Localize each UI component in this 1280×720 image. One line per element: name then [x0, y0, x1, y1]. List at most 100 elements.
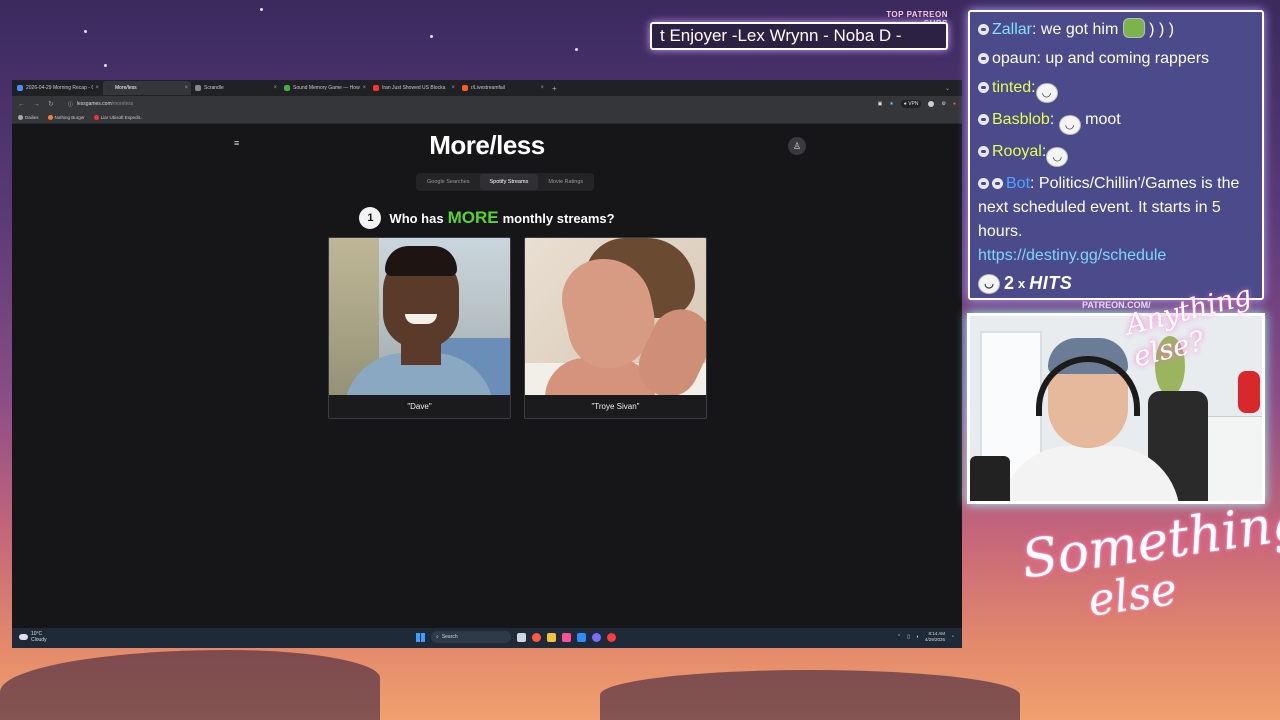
chat-badge-icon: [978, 53, 989, 64]
hits-word: HITS: [1029, 273, 1073, 293]
browser-tab-bar: 2026-04-29 Morning Recap - G × More/less × S…: [12, 80, 962, 96]
category-tab[interactable]: Movie Ratings: [538, 174, 593, 190]
file-explorer-icon[interactable]: [547, 632, 556, 642]
chat-message-bot: Bot: Politics/Chillin'/Games is the next…: [978, 172, 1254, 268]
tray-chevron-icon[interactable]: ⌃: [897, 634, 901, 640]
extension-icon[interactable]: [928, 101, 935, 107]
site-info-icon[interactable]: ⓘ: [68, 101, 73, 108]
screen-capture: 2026-04-29 Morning Recap - G × More/less × S…: [12, 80, 962, 648]
question-prefix: Who has: [389, 211, 444, 226]
artist-photo-a: [329, 238, 510, 395]
browser-tab[interactable]: Iran Just Showed US Blocka ×: [370, 81, 458, 95]
address-bar-row: ← → ↻ ⓘ lessgames.com/moreless ▣ ★ ● VPN…: [12, 96, 962, 112]
palm-silhouette: [600, 670, 1020, 720]
reload-icon[interactable]: ↻: [48, 100, 54, 108]
category-tab[interactable]: Spotify Streams: [479, 174, 539, 190]
chat-username: tinted: [992, 79, 1032, 96]
clock-date: 4/29/2026: [924, 637, 945, 642]
app-icon[interactable]: [562, 632, 571, 642]
weather-widget[interactable]: 10°C Cloudy: [19, 631, 47, 643]
chat-colon: :: [1031, 79, 1036, 96]
close-tab-icon[interactable]: ×: [95, 85, 99, 91]
url-path: /moreless: [111, 101, 134, 107]
question-keyword: MORE: [447, 208, 499, 227]
taskbar-search-label: Search: [441, 634, 458, 640]
tab-favicon-icon: [284, 85, 290, 91]
web-page: ≡ More/less ♙ Google Searches Spotify Str…: [12, 124, 962, 636]
site-title: More/less: [429, 130, 545, 160]
bookmark-icon: [47, 115, 53, 120]
question-row: 1 Who has MORE monthly streams?: [12, 207, 962, 229]
chat-badge-icon: [978, 24, 989, 35]
browser-tab[interactable]: 2026-04-29 Morning Recap - G ×: [14, 81, 102, 95]
tab-favicon-icon: [106, 85, 112, 91]
star-decoration: [84, 30, 87, 33]
bookmark-star-icon[interactable]: ★: [889, 101, 893, 107]
app-icon[interactable]: [577, 632, 586, 642]
close-tab-icon[interactable]: ×: [362, 85, 366, 91]
close-tab-icon[interactable]: ×: [451, 85, 455, 91]
close-tab-icon[interactable]: ×: [540, 85, 544, 91]
browser-tab[interactable]: Scrandle ×: [192, 81, 280, 95]
choice-card-b[interactable]: "Troye Sivan": [524, 237, 707, 419]
bookmark-item[interactable]: Liar Ubisoft Expedit...: [93, 115, 144, 120]
profile-icon[interactable]: ●: [953, 101, 956, 107]
choice-name-a: "Dave": [407, 402, 432, 411]
chat-message: tinted: ◡: [978, 76, 1254, 103]
chat-text-after: ) ) ): [1144, 21, 1175, 38]
notification-icon[interactable]: ◔: [951, 634, 954, 640]
star-decoration: [104, 64, 107, 67]
url-field[interactable]: ⓘ lessgames.com/moreless: [61, 98, 762, 110]
cloud-icon: [19, 634, 28, 640]
browser-tab[interactable]: More/less ×: [103, 81, 191, 95]
chat-text: we got him: [1036, 21, 1123, 38]
browser-tab[interactable]: Sound Memory Game — How ×: [281, 81, 369, 95]
overlay-signature-large: Something else: [1018, 491, 1280, 655]
chat-link[interactable]: https://destiny.gg/schedule: [978, 244, 1254, 268]
share-icon[interactable]: ▣: [878, 101, 883, 107]
settings-icon[interactable]: ⚙: [941, 101, 945, 107]
bot-badge-icon: [992, 178, 1003, 189]
tab-title: Iran Just Showed US Blocka: [382, 85, 446, 91]
star-decoration: [575, 48, 578, 51]
choice-card-a[interactable]: "Dave": [328, 237, 511, 419]
forward-icon[interactable]: →: [33, 101, 40, 108]
chat-text: up and coming rappers: [1040, 50, 1210, 67]
browser-app-icon[interactable]: [532, 632, 541, 642]
chat-username: Rooyal: [992, 143, 1042, 160]
browser-tab[interactable]: r/Livestreamfail ×: [459, 81, 547, 95]
close-tab-icon[interactable]: ×: [184, 85, 188, 91]
discord-icon[interactable]: [592, 632, 601, 642]
tab-favicon-icon: [373, 85, 379, 91]
task-view-icon[interactable]: [517, 632, 526, 642]
chat-badge-icon: [978, 82, 989, 93]
tab-search-icon[interactable]: ⌄: [945, 85, 950, 92]
hits-multiplier: x: [1018, 276, 1026, 291]
star-decoration: [260, 8, 263, 11]
close-tab-icon[interactable]: ×: [273, 85, 277, 91]
bookmark-item[interactable]: Dailies: [18, 115, 39, 120]
app-icon[interactable]: [607, 632, 616, 642]
question-number: 1: [359, 207, 382, 229]
clock[interactable]: 8:14 AM 4/29/2026: [925, 631, 945, 643]
user-account-icon[interactable]: ♙: [788, 137, 806, 155]
emote-icon: ◡: [1035, 83, 1058, 103]
tab-favicon-icon: [17, 85, 23, 91]
network-icon[interactable]: ▯: [907, 634, 910, 640]
windows-start-icon[interactable]: [416, 632, 425, 642]
taskbar-search[interactable]: ⌕ Search: [431, 631, 511, 643]
chat-text-after: moot: [1080, 111, 1121, 128]
tab-title: Scrandle: [204, 85, 224, 91]
bookmark-label: Nothing Burger: [54, 115, 85, 120]
chat-username: Basblob: [992, 111, 1050, 128]
new-tab-button[interactable]: +: [552, 84, 557, 93]
category-tab[interactable]: Google Searches: [417, 174, 480, 190]
vpn-button[interactable]: ● VPN: [900, 100, 922, 108]
tab-title: 2026-04-29 Morning Recap - G: [26, 85, 94, 91]
volume-icon[interactable]: ◖: [916, 634, 919, 640]
tab-favicon-icon: [195, 85, 201, 91]
bookmark-icon: [18, 115, 23, 120]
emote-icon: [1122, 18, 1145, 38]
bookmark-item[interactable]: Nothing Burger: [47, 115, 85, 120]
back-icon[interactable]: ←: [18, 101, 25, 108]
